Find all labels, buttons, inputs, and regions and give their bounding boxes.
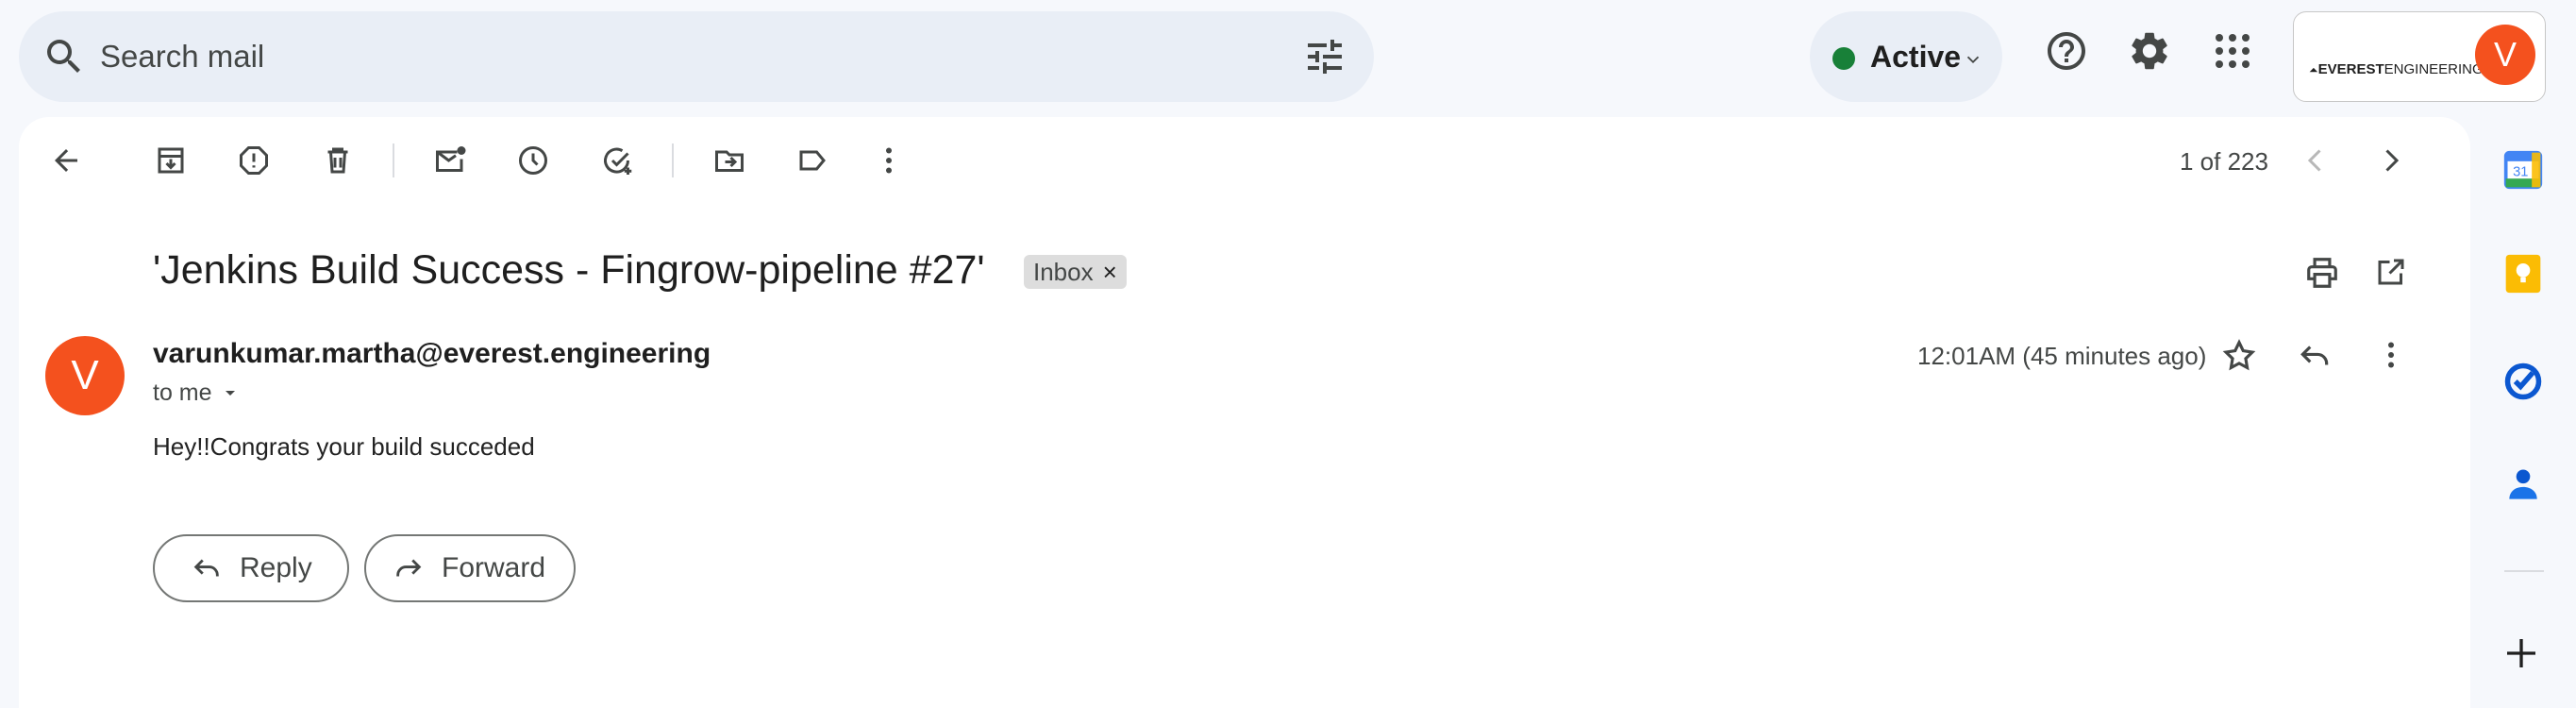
search-icon[interactable] xyxy=(42,34,87,84)
status-label: Active xyxy=(1870,40,1962,74)
print-icon[interactable] xyxy=(2304,255,2340,295)
email-timestamp: 12:01AM (45 minutes ago) xyxy=(1917,342,2207,370)
back-arrow-icon[interactable] xyxy=(49,143,83,182)
remove-label-button[interactable]: × xyxy=(1103,258,1117,287)
trash-icon[interactable] xyxy=(321,143,355,182)
toolbar-divider xyxy=(672,143,674,177)
tasks-icon[interactable] xyxy=(2502,361,2544,407)
status-selector[interactable]: Active xyxy=(1810,11,2002,102)
org-logo: ⏶EVERESTENGINEERING xyxy=(2309,61,2484,77)
message-view xyxy=(19,117,2470,708)
gear-icon[interactable] xyxy=(2127,28,2172,78)
move-to-icon[interactable] xyxy=(712,143,746,182)
forward-icon xyxy=(396,559,422,577)
pagination-count: 1 of 223 xyxy=(2180,147,2268,176)
chevron-right-icon[interactable] xyxy=(2374,143,2408,182)
recipient-details-icon[interactable] xyxy=(219,381,242,409)
chevron-left-icon[interactable] xyxy=(2299,143,2333,182)
search-options-icon[interactable] xyxy=(1302,34,1347,84)
reply-button[interactable]: Reply xyxy=(153,534,349,602)
forward-button[interactable]: Forward xyxy=(364,534,576,602)
help-icon[interactable] xyxy=(2044,28,2089,78)
email-subject: 'Jenkins Build Success - Fingrow-pipelin… xyxy=(153,247,985,293)
account-avatar[interactable]: V xyxy=(2475,25,2535,85)
mark-unread-icon[interactable] xyxy=(433,143,467,182)
sender-email[interactable]: varunkumar.martha@everest.engineering xyxy=(153,338,711,370)
sender-avatar[interactable]: V xyxy=(45,336,125,415)
open-new-window-icon[interactable] xyxy=(2374,255,2408,294)
label-icon[interactable] xyxy=(795,143,829,182)
star-icon[interactable] xyxy=(2221,338,2257,379)
more-vert-icon[interactable] xyxy=(872,143,906,182)
contacts-icon[interactable] xyxy=(2502,464,2544,511)
side-panel-divider xyxy=(2504,570,2544,572)
reply-icon[interactable] xyxy=(2297,338,2333,379)
status-dot xyxy=(1832,47,1855,70)
calendar-icon[interactable]: 31 xyxy=(2502,149,2544,195)
chevron-down-icon xyxy=(1963,49,1983,75)
forward-label: Forward xyxy=(442,552,546,583)
label-chip-text: Inbox xyxy=(1033,257,1094,286)
archive-icon[interactable] xyxy=(154,143,188,182)
recipient-text: to me xyxy=(153,379,212,406)
search-bar[interactable] xyxy=(19,11,1374,102)
search-input[interactable] xyxy=(100,34,1270,79)
keep-icon[interactable] xyxy=(2502,253,2544,299)
calendar-day: 31 xyxy=(2513,164,2528,179)
email-body: Hey!!Congrats your build succeded xyxy=(153,432,535,461)
add-icon[interactable] xyxy=(2502,634,2540,677)
report-spam-icon[interactable] xyxy=(237,143,271,182)
add-to-tasks-icon[interactable] xyxy=(600,143,636,182)
apps-grid-icon[interactable] xyxy=(2210,28,2255,78)
reply-label: Reply xyxy=(240,552,312,583)
toolbar-divider xyxy=(393,143,394,177)
inbox-label-chip: Inbox × xyxy=(1024,255,1127,289)
more-vert-icon[interactable] xyxy=(2374,338,2408,377)
snooze-icon[interactable] xyxy=(516,143,550,182)
reply-icon xyxy=(193,559,219,577)
